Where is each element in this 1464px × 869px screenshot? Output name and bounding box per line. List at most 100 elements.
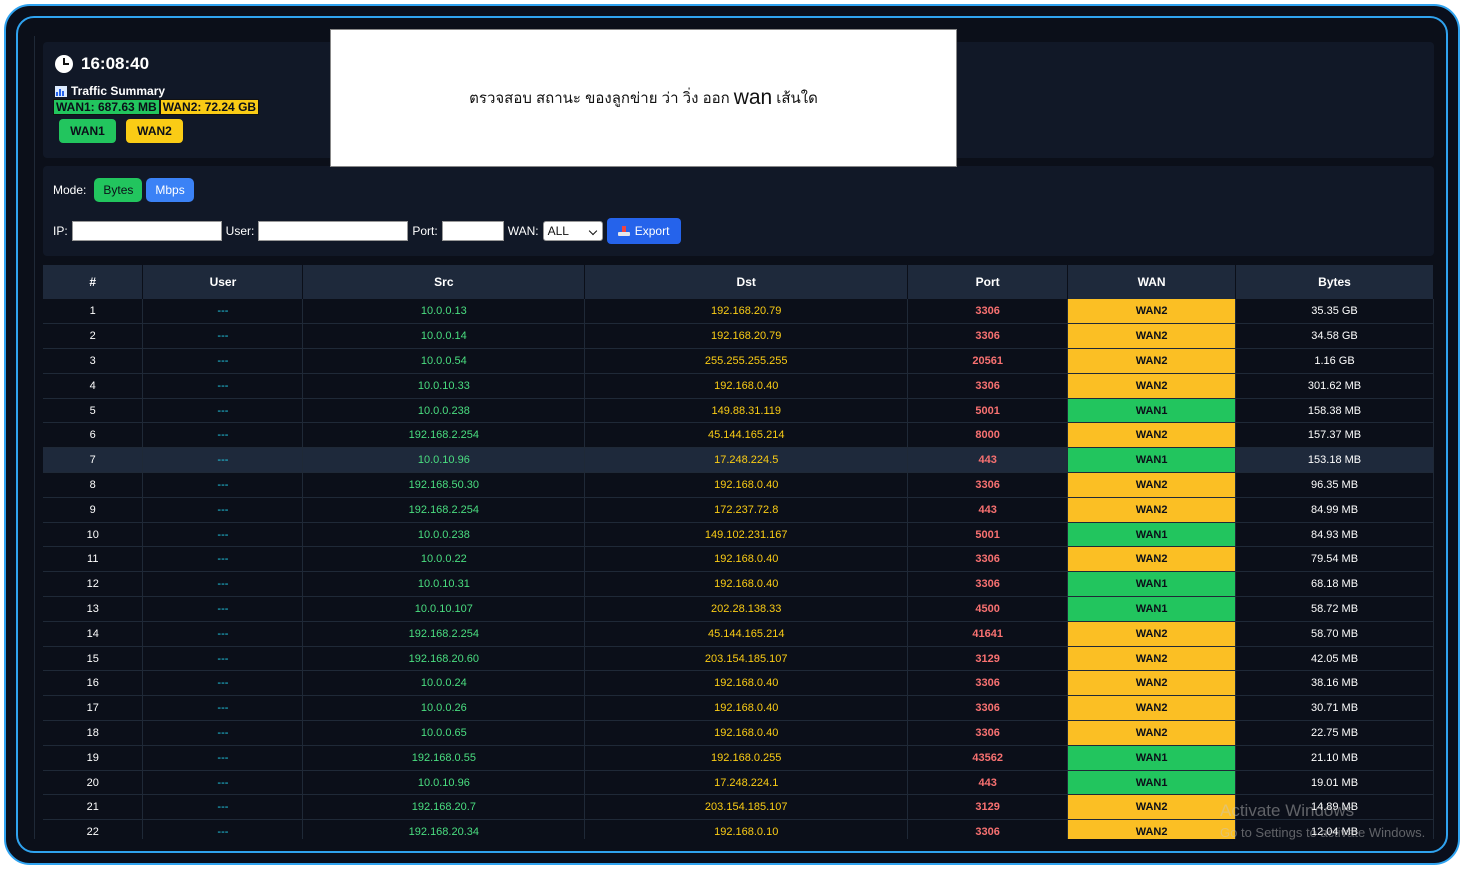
mode-mbps-button[interactable]: Mbps bbox=[146, 178, 194, 202]
filter-row: IP: User: Port: WAN: ALL Export bbox=[53, 218, 681, 244]
table-row[interactable]: 8 --- 192.168.50.30 192.168.0.40 3306 WAN2 96.… bbox=[43, 472, 1434, 498]
table-row[interactable]: 9 --- 192.168.2.254 172.237.72.8 443 WAN2 84.9… bbox=[43, 497, 1434, 523]
cell-port: 3306 bbox=[907, 373, 1069, 399]
controls-panel: Mode: Bytes Mbps IP: User: Port: WAN: AL… bbox=[43, 166, 1434, 256]
table-row[interactable]: 16 --- 10.0.0.24 192.168.0.40 3306 WAN2 38.16 … bbox=[43, 670, 1434, 697]
cell-dst: 192.168.0.40 bbox=[584, 571, 909, 598]
cell-wan: WAN1 bbox=[1067, 596, 1237, 622]
col-header-dst[interactable]: Dst bbox=[584, 265, 909, 299]
table-row[interactable]: 19 --- 192.168.0.55 192.168.0.255 43562 WAN1 2… bbox=[43, 745, 1434, 771]
col-header-bytes[interactable]: Bytes bbox=[1235, 265, 1434, 299]
cell-bytes: 34.58 GB bbox=[1235, 323, 1434, 350]
table-row[interactable]: 6 --- 192.168.2.254 45.144.165.214 8000 WAN2 1… bbox=[43, 422, 1434, 449]
cell-index: 3 bbox=[43, 348, 144, 374]
user-filter-input[interactable] bbox=[258, 221, 409, 241]
cell-bytes: 96.35 MB bbox=[1235, 472, 1434, 498]
ip-filter-input[interactable] bbox=[71, 221, 222, 241]
cell-user: --- bbox=[142, 447, 304, 474]
table-row[interactable]: 10 --- 10.0.0.238 149.102.231.167 5001 WAN1 84… bbox=[43, 522, 1434, 548]
cell-src: 192.168.2.254 bbox=[302, 422, 586, 449]
col-header-user[interactable]: User bbox=[142, 265, 304, 299]
table-row[interactable]: 15 --- 192.168.20.60 203.154.185.107 3129 WAN… bbox=[43, 646, 1434, 672]
col-header-index[interactable]: # bbox=[43, 265, 144, 299]
cell-src: 10.0.10.107 bbox=[302, 596, 586, 622]
cell-index: 22 bbox=[43, 819, 144, 839]
table-row[interactable]: 18 --- 10.0.0.65 192.168.0.40 3306 WAN2 22.75 … bbox=[43, 720, 1434, 746]
cell-dst: 149.88.31.119 bbox=[584, 398, 909, 424]
cell-user: --- bbox=[142, 745, 304, 771]
cell-dst: 17.248.224.1 bbox=[584, 770, 909, 796]
annotation-text-after: เส้นใด bbox=[776, 90, 818, 107]
table-row[interactable]: 5 --- 10.0.0.238 149.88.31.119 5001 WAN1 158.3… bbox=[43, 398, 1434, 424]
cell-wan: WAN2 bbox=[1067, 794, 1237, 821]
table-row[interactable]: 11 --- 10.0.0.22 192.168.0.40 3306 WAN2 79.54 … bbox=[43, 546, 1434, 573]
cell-src: 10.0.0.14 bbox=[302, 323, 586, 350]
cell-index: 17 bbox=[43, 695, 144, 722]
cell-dst: 192.168.0.40 bbox=[584, 720, 909, 746]
cell-dst: 149.102.231.167 bbox=[584, 522, 909, 548]
traffic-summary-values: WAN1: 687.63 MB WAN2: 72.24 GB bbox=[53, 99, 260, 115]
cell-index: 9 bbox=[43, 497, 144, 523]
table-row[interactable]: 13 --- 10.0.10.107 202.28.138.33 4500 WAN1 58.… bbox=[43, 596, 1434, 622]
cell-wan: WAN2 bbox=[1067, 497, 1237, 523]
wan1-button[interactable]: WAN1 bbox=[59, 119, 116, 143]
cell-wan: WAN2 bbox=[1067, 323, 1237, 350]
cell-bytes: 301.62 MB bbox=[1235, 373, 1434, 399]
wan-select-value: ALL bbox=[547, 224, 569, 238]
cell-wan: WAN2 bbox=[1067, 348, 1237, 374]
mode-bytes-button[interactable]: Bytes bbox=[94, 178, 143, 202]
cell-wan: WAN1 bbox=[1067, 770, 1237, 796]
cell-port: 3306 bbox=[907, 472, 1069, 498]
cell-port: 41641 bbox=[907, 621, 1069, 647]
table-row[interactable]: 12 --- 10.0.10.31 192.168.0.40 3306 WAN1 68.18… bbox=[43, 571, 1434, 598]
export-button[interactable]: Export bbox=[606, 218, 681, 244]
cell-user: --- bbox=[142, 348, 304, 374]
cell-src: 192.168.0.55 bbox=[302, 745, 586, 771]
cell-wan: WAN1 bbox=[1067, 745, 1237, 771]
table-row[interactable]: 7 --- 10.0.10.96 17.248.224.5 443 WAN1 153.18 … bbox=[43, 447, 1434, 474]
cell-index: 19 bbox=[43, 745, 144, 771]
cell-bytes: 58.72 MB bbox=[1235, 596, 1434, 622]
table-row[interactable]: 3 --- 10.0.0.54 255.255.255.255 20561 WAN2 1.1… bbox=[43, 348, 1434, 374]
cell-index: 1 bbox=[43, 299, 144, 325]
cell-port: 3129 bbox=[907, 794, 1069, 821]
cell-user: --- bbox=[142, 794, 304, 821]
col-header-port[interactable]: Port bbox=[907, 265, 1069, 299]
cell-port: 8000 bbox=[907, 422, 1069, 449]
cell-src: 192.168.20.7 bbox=[302, 794, 586, 821]
cell-dst: 45.144.165.214 bbox=[584, 422, 909, 449]
cell-dst: 192.168.0.10 bbox=[584, 819, 909, 839]
table-row[interactable]: 17 --- 10.0.0.26 192.168.0.40 3306 WAN2 30.71 … bbox=[43, 695, 1434, 722]
cell-user: --- bbox=[142, 819, 304, 839]
cell-dst: 192.168.20.79 bbox=[584, 323, 909, 350]
cell-index: 14 bbox=[43, 621, 144, 647]
cell-index: 4 bbox=[43, 373, 144, 399]
table-row[interactable]: 20 --- 10.0.10.96 17.248.224.1 443 WAN1 19.01 … bbox=[43, 770, 1434, 796]
cell-bytes: 21.10 MB bbox=[1235, 745, 1434, 771]
cell-user: --- bbox=[142, 323, 304, 350]
col-header-src[interactable]: Src bbox=[302, 265, 586, 299]
cell-bytes: 68.18 MB bbox=[1235, 571, 1434, 598]
port-filter-input[interactable] bbox=[441, 221, 504, 241]
table-row[interactable]: 1 --- 10.0.0.13 192.168.20.79 3306 WAN2 35.35 … bbox=[43, 299, 1434, 325]
wan-filter-select[interactable]: ALL bbox=[542, 221, 603, 241]
cell-index: 11 bbox=[43, 546, 144, 573]
table-row[interactable]: 14 --- 192.168.2.254 45.144.165.214 41641 WAN… bbox=[43, 621, 1434, 647]
col-header-wan[interactable]: WAN bbox=[1067, 265, 1237, 299]
cell-wan: WAN1 bbox=[1067, 522, 1237, 548]
cell-index: 5 bbox=[43, 398, 144, 424]
table-row[interactable]: 4 --- 10.0.10.33 192.168.0.40 3306 WAN2 301.62… bbox=[43, 373, 1434, 399]
cell-bytes: 30.71 MB bbox=[1235, 695, 1434, 722]
cell-dst: 192.168.0.255 bbox=[584, 745, 909, 771]
table-row[interactable]: 2 --- 10.0.0.14 192.168.20.79 3306 WAN2 34.58 … bbox=[43, 323, 1434, 350]
cell-wan: WAN2 bbox=[1067, 720, 1237, 746]
cell-wan: WAN1 bbox=[1067, 447, 1237, 474]
watermark-title: Activate Windows bbox=[1220, 801, 1355, 820]
wan2-button[interactable]: WAN2 bbox=[126, 119, 183, 143]
wan2-total: WAN2: 72.24 GB bbox=[159, 99, 260, 115]
cell-user: --- bbox=[142, 695, 304, 722]
cell-dst: 202.28.138.33 bbox=[584, 596, 909, 622]
cell-bytes: 84.99 MB bbox=[1235, 497, 1434, 523]
cell-port: 5001 bbox=[907, 522, 1069, 548]
cell-src: 192.168.50.30 bbox=[302, 472, 586, 498]
